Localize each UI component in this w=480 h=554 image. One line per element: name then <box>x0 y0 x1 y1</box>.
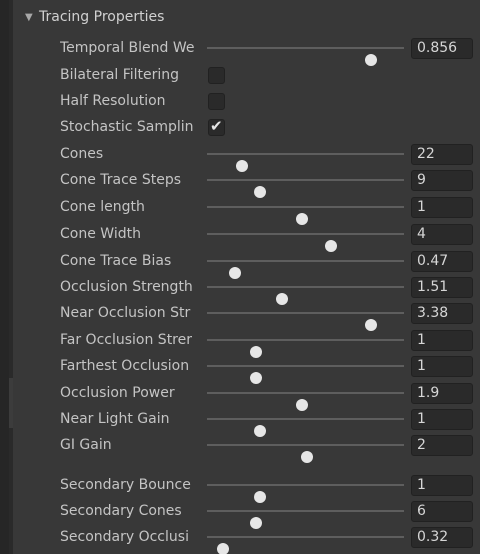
occlusion-power-value-field[interactable]: 1.9 <box>411 383 473 404</box>
secondary-bounce-value-field[interactable]: 1 <box>411 475 473 496</box>
row-cone-trace-bias: Cone Trace Bias 0.47 <box>0 248 480 279</box>
row-occlusion-strength: Occlusion Strength 1.51 <box>0 274 480 305</box>
row-farthest-occlusion: Farthest Occlusion 1 <box>0 353 480 384</box>
section-title: Tracing Properties <box>39 9 165 25</box>
cone-trace-steps-value-field[interactable]: 9 <box>411 170 473 191</box>
secondary-bounce-label: Secondary Bounce <box>60 477 191 493</box>
cone-trace-steps-label: Cone Trace Steps <box>60 172 182 188</box>
occlusion-strength-value-field[interactable]: 1.51 <box>411 277 473 298</box>
secondary-cones-slider-track[interactable] <box>207 510 404 529</box>
far-occlusion-strength-label: Far Occlusion Strer <box>60 332 192 348</box>
secondary-occlusion-value-field[interactable]: 0.32 <box>411 527 473 548</box>
secondary-bounce-slider-track[interactable] <box>207 484 404 503</box>
secondary-occlusion-label: Secondary Occlusi <box>60 529 189 545</box>
near-light-gain-slider-track[interactable] <box>207 418 404 437</box>
cones-value-field[interactable]: 22 <box>411 144 473 165</box>
cone-length-value-field[interactable]: 1 <box>411 197 473 218</box>
secondary-cones-label: Secondary Cones <box>60 503 182 519</box>
gi-gain-label: GI Gain <box>60 437 112 453</box>
gi-gain-slider-track[interactable] <box>207 444 404 463</box>
near-light-gain-label: Near Light Gain <box>60 411 170 427</box>
cones-slider-track[interactable] <box>207 153 404 172</box>
expand-triangle-icon[interactable]: ▼ <box>25 12 39 23</box>
temporal-blend-value-field[interactable]: 0.856 <box>411 38 473 59</box>
cone-width-label: Cone Width <box>60 226 141 242</box>
farthest-occlusion-label: Farthest Occlusion <box>60 358 190 374</box>
stochastic-sampling-checkbox[interactable]: ✔ <box>208 117 225 136</box>
occlusion-power-label: Occlusion Power <box>60 385 175 401</box>
temporal-blend-slider-track[interactable] <box>207 47 404 66</box>
row-occlusion-power: Occlusion Power 1.9 <box>0 380 480 411</box>
near-occlusion-strength-value-field[interactable]: 3.38 <box>411 303 473 324</box>
row-far-occlusion-strength: Far Occlusion Strer 1 <box>0 327 480 358</box>
row-secondary-cones: Secondary Cones 6 <box>0 498 480 529</box>
secondary-occlusion-slider-track[interactable] <box>207 536 404 554</box>
far-occlusion-strength-value-field[interactable]: 1 <box>411 330 473 351</box>
secondary-cones-value-field[interactable]: 6 <box>411 501 473 522</box>
gi-gain-value-field[interactable]: 2 <box>411 435 473 456</box>
row-stochastic-sampling: Stochastic Samplin ✔ <box>0 114 480 140</box>
row-half-resolution: Half Resolution <box>0 88 480 114</box>
row-cone-trace-steps: Cone Trace Steps 9 <box>0 167 480 198</box>
near-occlusion-strength-slider-track[interactable] <box>207 312 404 331</box>
cone-trace-bias-value-field[interactable]: 0.47 <box>411 251 473 272</box>
bilateral-filtering-checkbox[interactable] <box>208 67 225 84</box>
secondary-occlusion-slider-handle[interactable] <box>216 543 229 554</box>
row-cone-length: Cone length 1 <box>0 194 480 225</box>
near-occlusion-strength-label: Near Occlusion Str <box>60 305 191 321</box>
row-cones: Cones 22 <box>0 141 480 172</box>
bilateral-filtering-label: Bilateral Filtering <box>60 67 180 83</box>
temporal-blend-label: Temporal Blend We <box>60 40 195 56</box>
tracing-properties-panel: ▼ Tracing Properties Temporal Blend We 0… <box>0 0 480 554</box>
row-bilateral-filtering: Bilateral Filtering <box>0 62 480 88</box>
farthest-occlusion-slider-track[interactable] <box>207 365 404 384</box>
half-resolution-label: Half Resolution <box>60 93 166 109</box>
cone-length-slider-track[interactable] <box>207 206 404 225</box>
cone-width-value-field[interactable]: 4 <box>411 224 473 245</box>
near-light-gain-value-field[interactable]: 1 <box>411 409 473 430</box>
section-header[interactable]: ▼ Tracing Properties <box>13 6 480 28</box>
occlusion-power-slider-track[interactable] <box>207 392 404 411</box>
row-gi-gain: GI Gain 2 <box>0 432 480 463</box>
row-near-light-gain: Near Light Gain 1 <box>0 406 480 437</box>
stochastic-sampling-label: Stochastic Samplin <box>60 119 194 135</box>
row-temporal-blend: Temporal Blend We 0.856 <box>0 35 480 66</box>
cone-trace-steps-slider-track[interactable] <box>207 179 404 198</box>
cone-width-slider-track[interactable] <box>207 233 404 252</box>
cones-label: Cones <box>60 146 104 162</box>
row-secondary-bounce: Secondary Bounce 1 <box>0 472 480 503</box>
checkmark-icon: ✔ <box>210 117 223 135</box>
far-occlusion-strength-slider-track[interactable] <box>207 339 404 358</box>
cone-length-label: Cone length <box>60 199 145 215</box>
farthest-occlusion-value-field[interactable]: 1 <box>411 356 473 377</box>
row-cone-width: Cone Width 4 <box>0 221 480 252</box>
row-secondary-occlusion: Secondary Occlusi 0.32 <box>0 524 480 554</box>
cone-trace-bias-slider-track[interactable] <box>207 260 404 279</box>
occlusion-strength-slider-track[interactable] <box>207 286 404 305</box>
half-resolution-checkbox[interactable] <box>208 93 225 110</box>
cone-trace-bias-label: Cone Trace Bias <box>60 253 172 269</box>
gi-gain-slider-handle[interactable] <box>301 451 314 463</box>
row-near-occlusion-strength: Near Occlusion Str 3.38 <box>0 300 480 331</box>
occlusion-strength-label: Occlusion Strength <box>60 279 193 295</box>
